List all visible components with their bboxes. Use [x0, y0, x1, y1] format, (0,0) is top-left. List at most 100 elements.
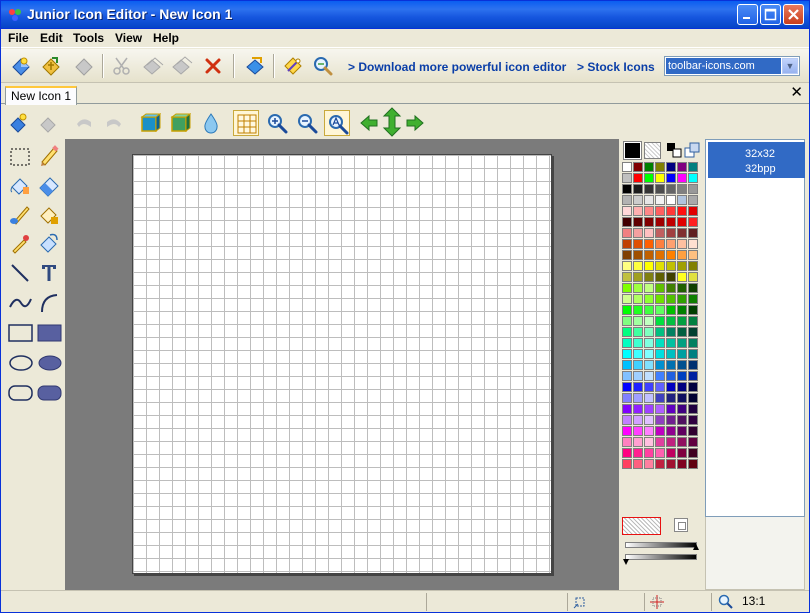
alpha-marker-icon[interactable]: [623, 559, 629, 565]
palette-swatch[interactable]: [677, 217, 687, 227]
stock-icons-link[interactable]: > Stock Icons: [577, 60, 655, 74]
palette-swatch[interactable]: [644, 173, 654, 183]
palette-swatch[interactable]: [644, 393, 654, 403]
palette-swatch[interactable]: [688, 426, 698, 436]
palette-swatch[interactable]: [655, 316, 665, 326]
close-tab-icon[interactable]: ✕: [790, 85, 803, 101]
palette-swatch[interactable]: [644, 437, 654, 447]
filled-ellipse-tool[interactable]: [36, 350, 63, 376]
zoom-fit-button[interactable]: [324, 110, 350, 136]
menu-file[interactable]: File: [8, 31, 29, 45]
paste-button[interactable]: [169, 53, 195, 79]
palette-swatch[interactable]: [644, 195, 654, 205]
palette-swatch[interactable]: [688, 459, 698, 469]
save-button[interactable]: [71, 53, 97, 79]
palette-swatch[interactable]: [633, 239, 643, 249]
line-tool[interactable]: [7, 260, 33, 286]
palette-swatch[interactable]: [677, 261, 687, 271]
delete-image-button[interactable]: [36, 110, 62, 136]
palette-swatch[interactable]: [622, 305, 632, 315]
format-item-32x32[interactable]: 32x32 32bpp: [708, 142, 805, 178]
palette-swatch[interactable]: [688, 206, 698, 216]
palette-swatch[interactable]: [666, 349, 676, 359]
cut-button[interactable]: [109, 53, 135, 79]
palette-swatch[interactable]: [677, 173, 687, 183]
palette-swatch[interactable]: [633, 195, 643, 205]
palette-swatch[interactable]: [622, 173, 632, 183]
zoom-in-button[interactable]: [264, 110, 290, 136]
palette-swatch[interactable]: [622, 415, 632, 425]
palette-swatch[interactable]: [655, 162, 665, 172]
palette-swatch[interactable]: [622, 371, 632, 381]
download-editor-link[interactable]: > Download more powerful icon editor: [348, 60, 566, 74]
close-button[interactable]: [783, 4, 804, 25]
palette-swatch[interactable]: [666, 305, 676, 315]
palette-swatch[interactable]: [677, 250, 687, 260]
palette-swatch[interactable]: [666, 382, 676, 392]
palette-swatch[interactable]: [655, 382, 665, 392]
site-select[interactable]: toolbar-icons.com ▼: [664, 56, 800, 76]
palette-swatch[interactable]: [633, 360, 643, 370]
palette-swatch[interactable]: [622, 349, 632, 359]
palette-swatch[interactable]: [622, 195, 632, 205]
curve-tool[interactable]: [7, 290, 33, 316]
wand-button[interactable]: [280, 53, 306, 79]
open-button[interactable]: [38, 53, 64, 79]
palette-swatch[interactable]: [688, 250, 698, 260]
palette-swatch[interactable]: [666, 195, 676, 205]
palette-swatch[interactable]: [666, 250, 676, 260]
palette-swatch[interactable]: [666, 426, 676, 436]
palette-swatch[interactable]: [644, 239, 654, 249]
palette-swatch[interactable]: [633, 382, 643, 392]
eraser-tool[interactable]: [36, 172, 62, 198]
palette-swatch[interactable]: [622, 382, 632, 392]
palette-swatch[interactable]: [666, 404, 676, 414]
menu-help[interactable]: Help: [153, 31, 179, 45]
palette-swatch[interactable]: [644, 217, 654, 227]
palette-swatch[interactable]: [655, 217, 665, 227]
palette-swatch[interactable]: [633, 162, 643, 172]
palette-swatch[interactable]: [666, 327, 676, 337]
palette-swatch[interactable]: [688, 382, 698, 392]
palette-swatch[interactable]: [677, 294, 687, 304]
color-picker-tool[interactable]: [7, 230, 33, 256]
text-tool[interactable]: [36, 260, 62, 286]
palette-swatch[interactable]: [677, 316, 687, 326]
palette-swatch[interactable]: [688, 349, 698, 359]
palette-swatch[interactable]: [655, 393, 665, 403]
palette-swatch[interactable]: [633, 459, 643, 469]
palette-swatch[interactable]: [633, 404, 643, 414]
palette-swatch[interactable]: [688, 338, 698, 348]
palette-swatch[interactable]: [644, 305, 654, 315]
palette-swatch[interactable]: [666, 272, 676, 282]
palette-swatch[interactable]: [677, 206, 687, 216]
palette-swatch[interactable]: [666, 338, 676, 348]
palette-swatch[interactable]: [655, 360, 665, 370]
palette-swatch[interactable]: [633, 294, 643, 304]
spray-tool[interactable]: [36, 201, 62, 227]
palette-swatch[interactable]: [677, 283, 687, 293]
palette-swatch[interactable]: [688, 360, 698, 370]
ellipse-tool[interactable]: [7, 350, 34, 376]
palette-swatch[interactable]: [622, 250, 632, 260]
palette-swatch[interactable]: [688, 327, 698, 337]
palette-swatch[interactable]: [644, 382, 654, 392]
palette-swatch[interactable]: [688, 305, 698, 315]
palette-swatch[interactable]: [622, 316, 632, 326]
arc-tool[interactable]: [36, 290, 62, 316]
minimize-button[interactable]: [737, 4, 758, 25]
maximize-button[interactable]: [760, 4, 781, 25]
palette-swatch[interactable]: [688, 316, 698, 326]
transparency-button[interactable]: [198, 110, 224, 136]
palette-swatch[interactable]: [677, 327, 687, 337]
smudge-tool[interactable]: [36, 230, 62, 256]
foreground-alpha-slider[interactable]: [625, 542, 697, 548]
palette-swatch[interactable]: [666, 184, 676, 194]
palette-swatch[interactable]: [644, 184, 654, 194]
redo-button[interactable]: [101, 110, 127, 136]
zoom-out-button[interactable]: [294, 110, 320, 136]
palette-swatch[interactable]: [688, 371, 698, 381]
palette-swatch[interactable]: [655, 404, 665, 414]
default-colors-icon[interactable]: [684, 142, 700, 158]
palette-swatch[interactable]: [677, 195, 687, 205]
